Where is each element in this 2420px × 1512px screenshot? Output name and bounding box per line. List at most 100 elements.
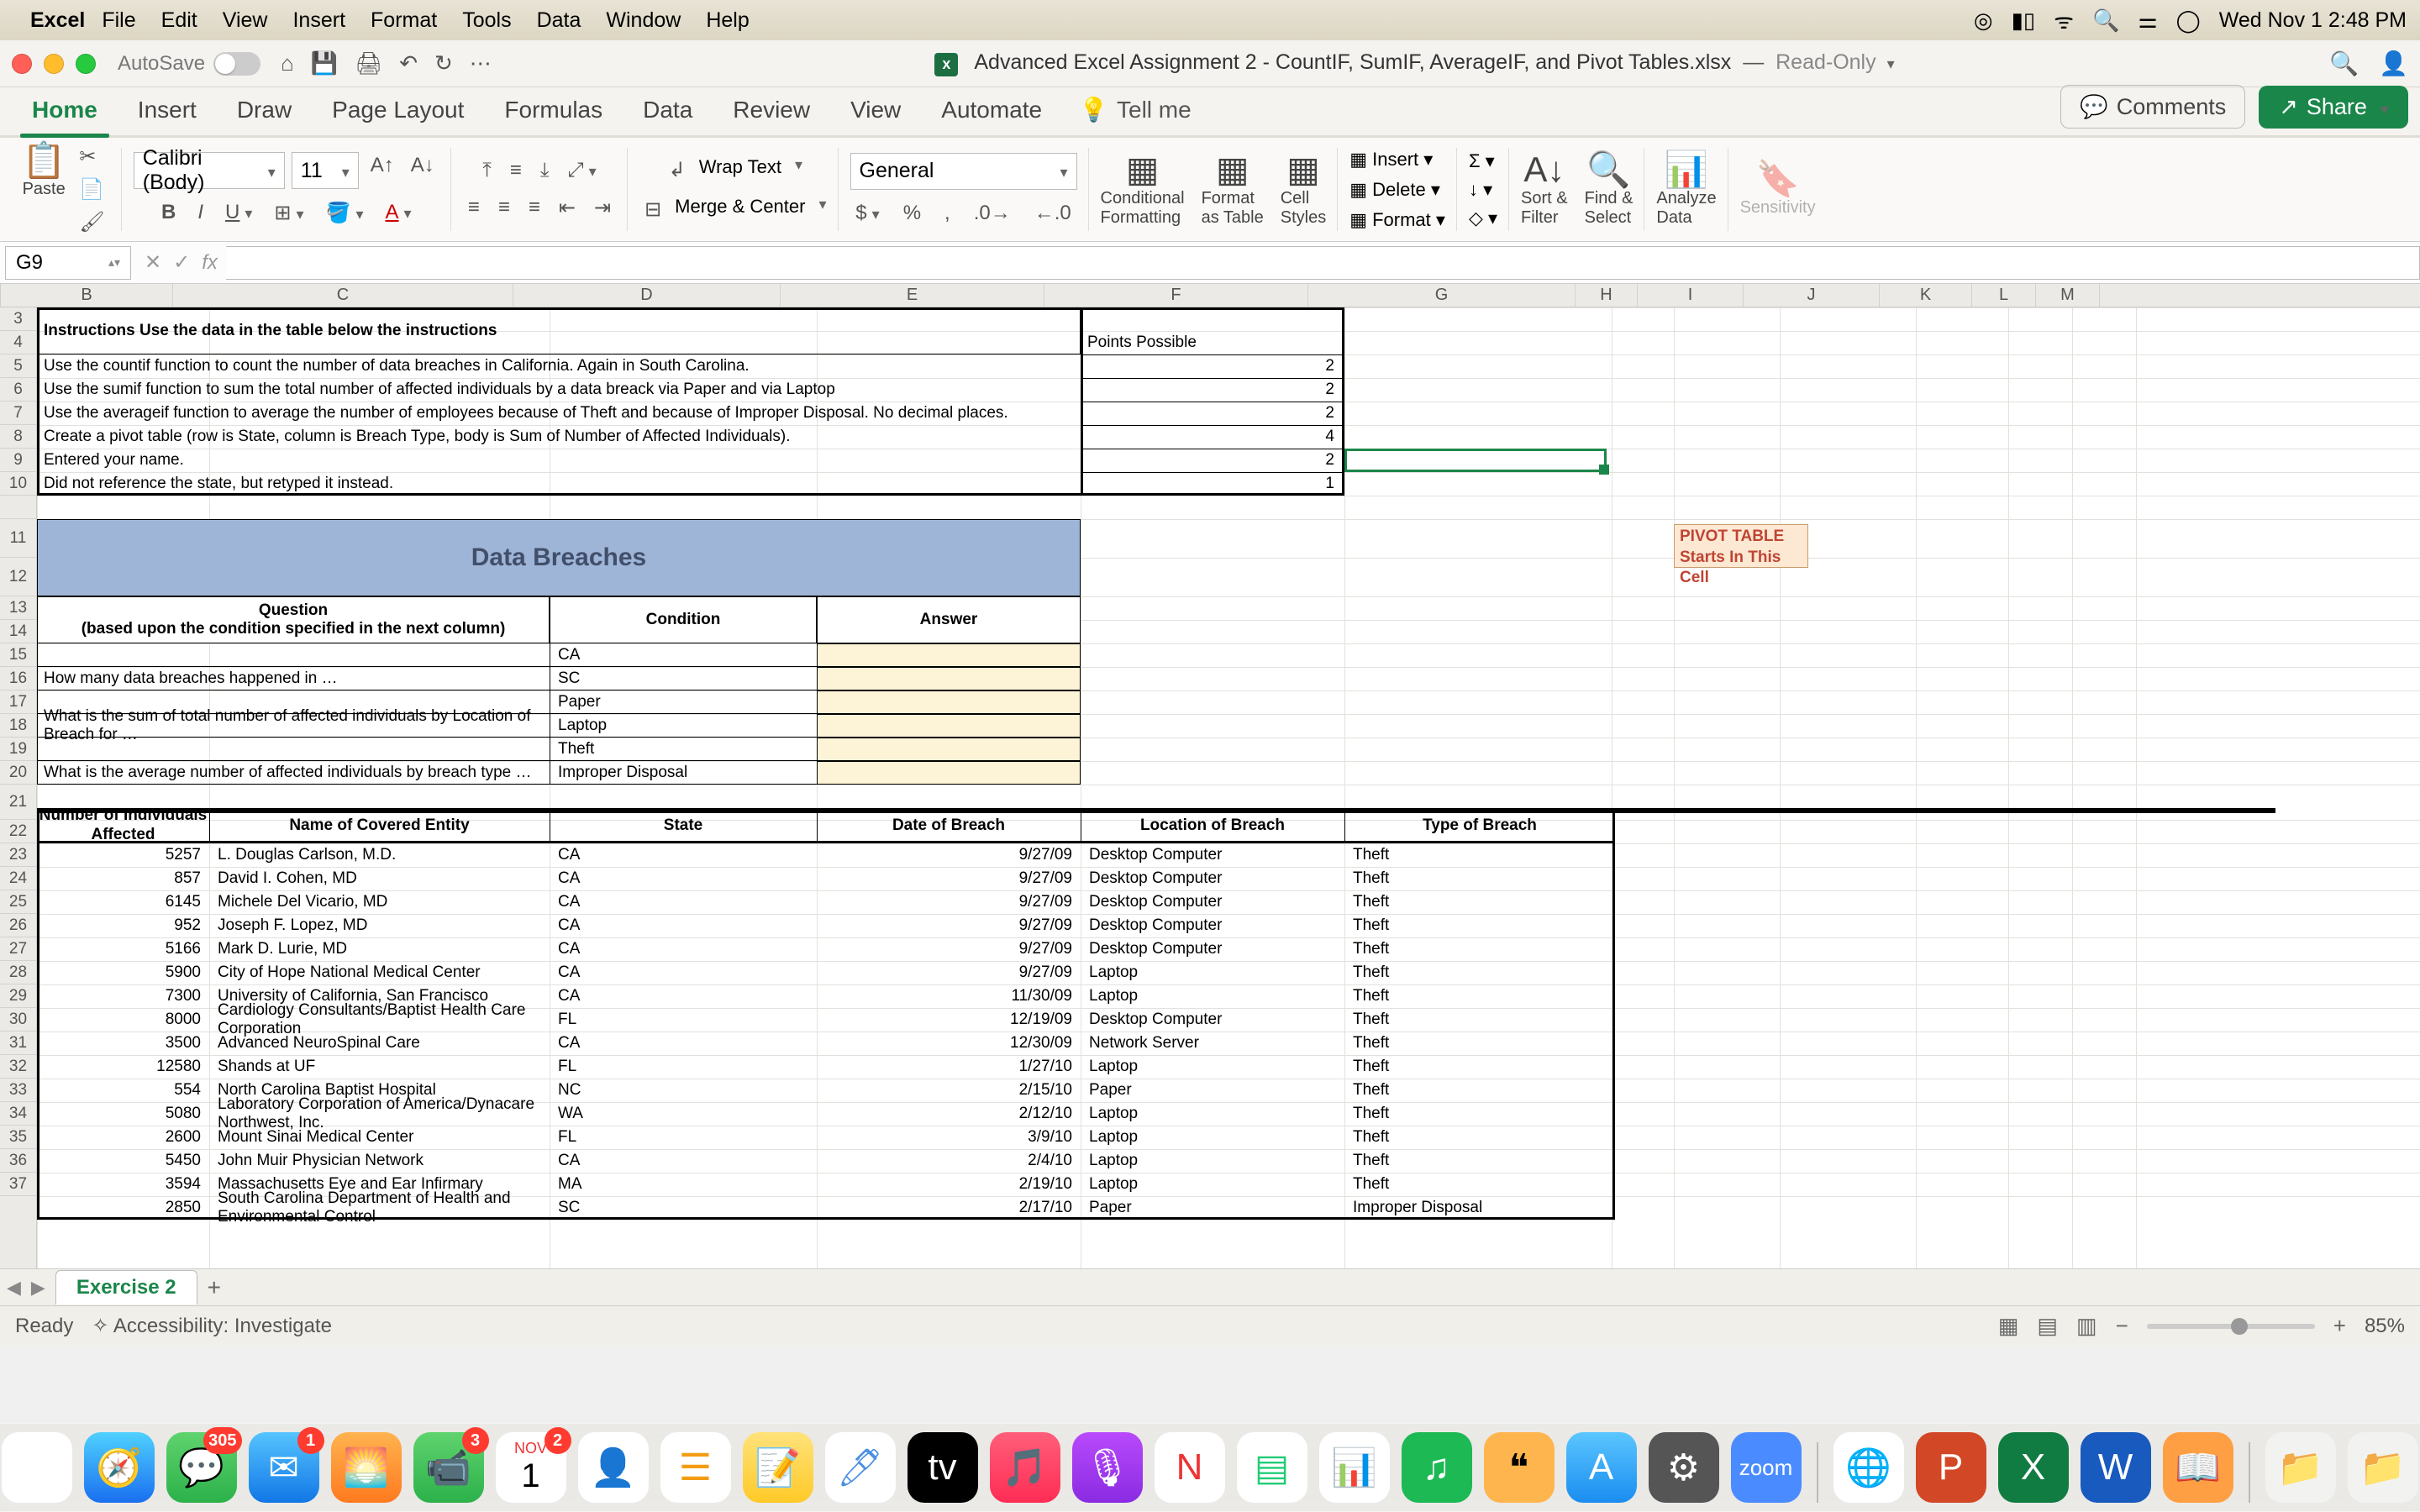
col-E[interactable]: E: [781, 284, 1044, 307]
battery-icon[interactable]: ▮▯: [2012, 8, 2036, 34]
row-34[interactable]: 34: [0, 1102, 36, 1126]
format-cells-button[interactable]: ▦ Format ▾: [1349, 209, 1445, 231]
dock-contacts[interactable]: 👤: [578, 1432, 649, 1503]
row-6[interactable]: 6: [0, 378, 36, 402]
shrink-font-icon[interactable]: A↓: [406, 152, 439, 189]
add-sheet-button[interactable]: +: [208, 1274, 221, 1301]
dock-downloads[interactable]: 📁: [2265, 1432, 2336, 1503]
comma-icon[interactable]: ,: [939, 200, 955, 227]
align-center-icon[interactable]: ≡: [493, 194, 515, 222]
row-37[interactable]: 37: [0, 1173, 36, 1196]
align-middle-icon[interactable]: ≡: [505, 157, 527, 184]
view-normal-icon[interactable]: ▦: [1998, 1313, 2019, 1339]
zoom-level[interactable]: 85%: [2365, 1315, 2405, 1338]
decrease-decimal-icon[interactable]: ←.0: [1029, 200, 1076, 227]
row-14[interactable]: 14: [0, 620, 36, 643]
dock-reminders[interactable]: ☰: [660, 1432, 731, 1503]
cancel-formula-icon[interactable]: ✕: [145, 250, 161, 275]
row-5[interactable]: 5: [0, 354, 36, 378]
sheet-tab-exercise2[interactable]: Exercise 2: [55, 1270, 197, 1305]
tab-review[interactable]: Review: [713, 88, 830, 135]
row-33[interactable]: 33: [0, 1079, 36, 1102]
tab-automate[interactable]: Automate: [921, 88, 1062, 135]
row-27[interactable]: 27: [0, 937, 36, 961]
dock-safari[interactable]: 🧭: [84, 1432, 155, 1503]
menu-file[interactable]: File: [102, 8, 135, 33]
tab-view[interactable]: View: [830, 88, 921, 135]
cut-icon[interactable]: ✂: [74, 143, 109, 171]
row-35[interactable]: 35: [0, 1126, 36, 1149]
dock-freeform[interactable]: 🖊: [825, 1432, 896, 1503]
align-right-icon[interactable]: ≡: [523, 194, 545, 222]
row-20[interactable]: 20: [0, 761, 36, 785]
spotlight-icon[interactable]: 🔍: [2092, 8, 2119, 34]
merge-center-button[interactable]: ⊟Merge & Center: [639, 196, 826, 223]
view-pagebreak-icon[interactable]: ▥: [2076, 1313, 2097, 1339]
delete-cells-button[interactable]: ▦ Delete ▾: [1349, 179, 1445, 201]
save-icon[interactable]: 💾: [311, 50, 338, 76]
dock-numbers[interactable]: ▤: [1237, 1432, 1307, 1503]
menu-insert[interactable]: Insert: [292, 8, 345, 33]
undo-icon[interactable]: ↶: [399, 50, 418, 76]
fx-icon[interactable]: fx: [202, 251, 218, 275]
grid-area[interactable]: Instructions Use the data in the table b…: [37, 307, 2420, 1268]
view-pagelayout-icon[interactable]: ▤: [2037, 1313, 2058, 1339]
bold-button[interactable]: B: [156, 199, 181, 227]
tab-data[interactable]: Data: [623, 88, 713, 135]
grow-font-icon[interactable]: A↑: [366, 152, 399, 189]
menu-data[interactable]: Data: [537, 8, 581, 33]
tab-draw[interactable]: Draw: [217, 88, 312, 135]
col-C[interactable]: C: [173, 284, 513, 307]
tab-page-layout[interactable]: Page Layout: [312, 88, 484, 135]
zoom-slider[interactable]: [2147, 1324, 2315, 1329]
zoom-in-button[interactable]: +: [2333, 1313, 2346, 1339]
dock-music[interactable]: 🎵: [990, 1432, 1060, 1503]
col-D[interactable]: D: [513, 284, 781, 307]
control-center-icon[interactable]: ⚌: [2138, 8, 2157, 34]
dock-settings[interactable]: ⚙: [1649, 1432, 1719, 1503]
col-K[interactable]: K: [1880, 284, 1972, 307]
col-G[interactable]: G: [1308, 284, 1576, 307]
fill-color-button[interactable]: 🪣: [321, 199, 369, 227]
wifi-icon[interactable]: ᯤ: [2054, 5, 2074, 35]
italic-button[interactable]: I: [192, 199, 208, 227]
border-button[interactable]: ⊞: [269, 199, 308, 227]
row-7[interactable]: 7: [0, 402, 36, 425]
row-3[interactable]: 3: [0, 307, 36, 331]
row-30[interactable]: 30: [0, 1008, 36, 1032]
name-box[interactable]: G9▴▾: [5, 246, 131, 280]
fullscreen-window-button[interactable]: [76, 54, 96, 74]
col-N[interactable]: N: [2100, 284, 2420, 307]
orientation-icon[interactable]: ⤢: [562, 157, 601, 184]
row-19[interactable]: 19: [0, 738, 36, 761]
row-31[interactable]: 31: [0, 1032, 36, 1055]
active-cell-g9[interactable]: [1344, 449, 1607, 472]
doc-dropdown[interactable]: [1882, 50, 1895, 74]
menu-edit[interactable]: Edit: [161, 8, 197, 33]
dock-pages[interactable]: ❝: [1484, 1432, 1555, 1503]
row-21[interactable]: 21: [0, 785, 36, 820]
row-25[interactable]: 25: [0, 890, 36, 914]
align-top-icon[interactable]: ⤒: [477, 157, 497, 184]
row-36[interactable]: 36: [0, 1149, 36, 1173]
outdent-icon[interactable]: ⇤: [554, 194, 581, 222]
conditional-formatting-button[interactable]: ▦Conditional Formatting: [1101, 152, 1185, 228]
datetime[interactable]: Wed Nov 1 2:48 PM: [2219, 8, 2407, 33]
more-icon[interactable]: ⋯: [470, 50, 492, 76]
underline-button[interactable]: U: [220, 199, 257, 227]
col-M[interactable]: M: [2036, 284, 2100, 307]
row-15[interactable]: 15: [0, 643, 36, 667]
autosum-icon[interactable]: Σ ▾: [1469, 150, 1497, 172]
dock-books[interactable]: 📖: [2163, 1432, 2233, 1503]
wrap-text-button[interactable]: ↲Wrap Text: [664, 156, 802, 184]
record-icon[interactable]: ◎: [1974, 8, 1993, 34]
cell-styles-button[interactable]: ▦Cell Styles: [1281, 152, 1326, 228]
comments-button[interactable]: 💬Comments: [2060, 85, 2245, 129]
number-format-dropdown[interactable]: General: [850, 153, 1077, 190]
dock-tv[interactable]: tv: [908, 1432, 978, 1503]
font-size-dropdown[interactable]: 11: [292, 152, 359, 189]
menu-view[interactable]: View: [223, 8, 268, 33]
row-26[interactable]: 26: [0, 914, 36, 937]
row-11[interactable]: 11: [0, 519, 36, 558]
account-icon[interactable]: 👤: [2379, 50, 2408, 77]
